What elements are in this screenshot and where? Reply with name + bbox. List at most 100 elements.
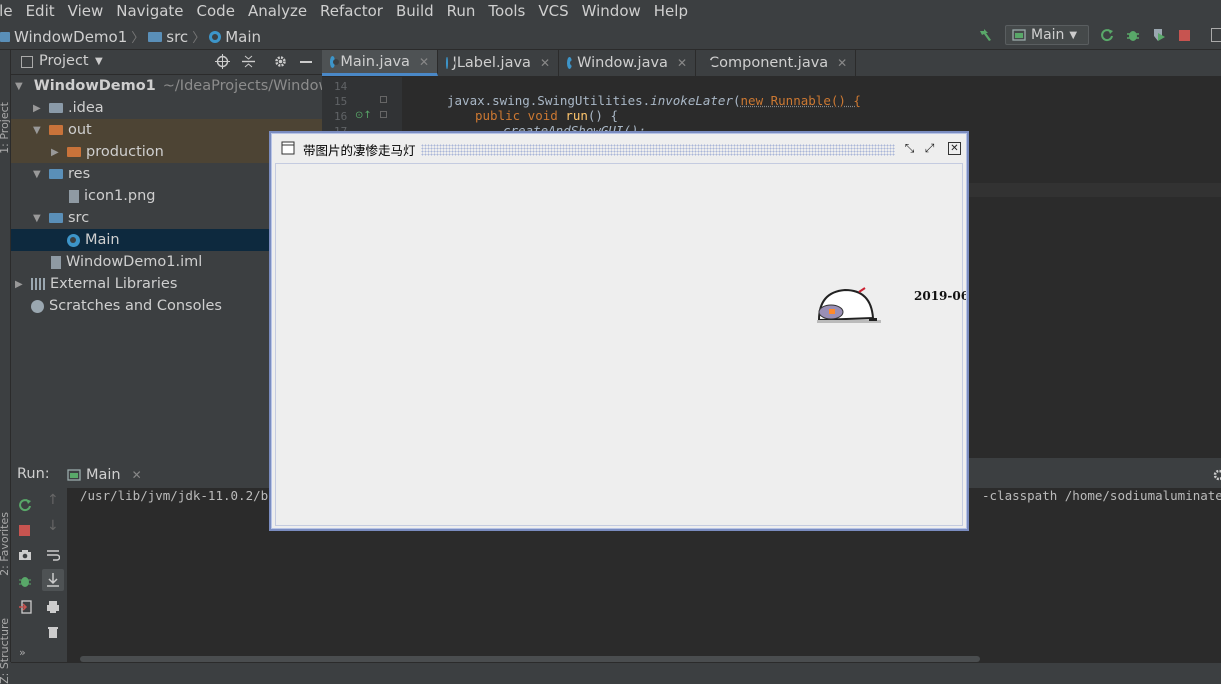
up-arrow-icon[interactable]: ↑	[47, 492, 59, 508]
console-output-right[interactable]: -classpath /home/sodiumaluminate/Id	[982, 488, 1221, 503]
tree-item-label: .idea	[68, 100, 104, 116]
run-toolbar-primary: »	[11, 488, 39, 662]
breadcrumb-folder[interactable]: src	[166, 28, 188, 46]
excluded-folder-icon	[67, 147, 81, 157]
close-icon[interactable]: ✕	[677, 56, 687, 70]
tree-item-project-root[interactable]: ▼ WindowDemo1 ~/IdeaProjects/WindowD	[11, 75, 322, 97]
menu-analyze[interactable]: Analyze	[242, 2, 314, 20]
run-configuration-select[interactable]: Main ▼	[1005, 25, 1089, 45]
breadcrumb-file[interactable]: Main	[225, 28, 261, 46]
menu-view[interactable]: View	[62, 2, 111, 20]
gear-icon[interactable]	[1212, 468, 1221, 482]
run-toolbar-secondary: ↑ ↓	[39, 488, 68, 662]
run-configuration-label: Main	[1031, 27, 1065, 43]
title-bar-texture	[421, 144, 895, 156]
console-horizontal-scrollbar[interactable]	[80, 656, 980, 662]
menu-window[interactable]: Window	[576, 2, 648, 20]
swing-title-bar[interactable]: 带图片的凄惨走马灯 ⤡ ⤢ ✕	[273, 135, 965, 161]
code-token: () {	[587, 108, 618, 123]
tree-item-label: Main	[85, 232, 120, 248]
tab-label: JLabel.java	[452, 55, 531, 71]
run-with-coverage-icon[interactable]	[1152, 28, 1166, 42]
tab-window-java[interactable]: Window.java ✕	[559, 50, 696, 76]
down-arrow-icon[interactable]: ↓	[47, 518, 59, 534]
tree-item-label: res	[68, 166, 91, 182]
menu-vcs[interactable]: VCS	[532, 2, 575, 20]
code-line-15: javax.swing.SwingUtilities.invokeLater(n…	[447, 93, 861, 108]
code-token: run	[565, 108, 588, 123]
debug-bug-icon[interactable]	[1126, 28, 1140, 42]
debug-bug-icon[interactable]	[18, 574, 32, 588]
maximize-icon[interactable]: ⤢	[923, 142, 936, 155]
menu-edit[interactable]: Edit	[20, 2, 62, 20]
menu-build[interactable]: Build	[390, 2, 441, 20]
folder-icon	[49, 103, 63, 113]
trash-icon[interactable]	[46, 625, 60, 639]
tab-jlabel-java[interactable]: JLabel.java ✕	[438, 50, 559, 76]
class-icon	[567, 57, 577, 69]
collapse-all-icon[interactable]	[241, 54, 256, 69]
project-tool-window-button[interactable]: 1: Project	[0, 102, 11, 154]
module-file-icon	[51, 255, 61, 269]
class-icon	[209, 30, 222, 43]
console-output-left[interactable]: /usr/lib/jvm/jdk-11.0.2/bin	[80, 488, 283, 503]
chevron-down-icon: ▼	[1069, 29, 1078, 41]
locate-file-icon[interactable]	[215, 54, 230, 69]
menu-file[interactable]: ile	[0, 2, 20, 20]
marquee-date-text: 2019-06-1	[914, 289, 966, 303]
tree-item-label: production	[86, 144, 164, 160]
tree-item-label: Scratches and Consoles	[49, 298, 222, 314]
menu-navigate[interactable]: Navigate	[110, 2, 190, 20]
chevron-right-icon: 〉	[192, 31, 206, 46]
structure-tool-window-button[interactable]: Z: Structure	[0, 618, 11, 684]
folder-icon	[148, 31, 163, 42]
menu-refactor[interactable]: Refactor	[314, 2, 390, 20]
soft-wrap-icon[interactable]	[46, 548, 60, 562]
run-tab-main[interactable]: Main ✕	[61, 462, 148, 488]
minimize-icon[interactable]: ⤡	[903, 142, 916, 155]
tree-item-label: WindowDemo1.iml	[66, 254, 203, 270]
more-icon[interactable]: »	[19, 646, 26, 659]
tree-item-label: out	[68, 122, 92, 138]
override-marker-icon[interactable]: ⊙↑	[355, 110, 372, 121]
stop-icon[interactable]	[19, 525, 30, 536]
rerun-icon[interactable]	[1100, 28, 1114, 42]
collapsed-arrow-icon: ▶	[51, 146, 59, 158]
chevron-down-icon[interactable]: ▼	[95, 56, 103, 67]
close-icon[interactable]: ✕	[132, 468, 142, 482]
menu-run[interactable]: Run	[441, 2, 483, 20]
tab-label: Component.java	[709, 55, 829, 71]
panel-edge-icon	[1211, 28, 1221, 42]
project-view-title[interactable]: Project	[39, 53, 89, 69]
fold-marker-icon[interactable]	[380, 111, 387, 118]
print-icon[interactable]	[46, 600, 60, 614]
expand-arrow-icon: ▼	[15, 80, 23, 92]
gear-icon[interactable]	[273, 54, 288, 69]
tree-item-idea[interactable]: ▶ .idea	[11, 97, 322, 119]
project-folder-icon	[0, 31, 10, 42]
stop-icon[interactable]	[1179, 30, 1190, 41]
menu-help[interactable]: Help	[648, 2, 695, 20]
tab-component-java[interactable]: Component.java ✕	[696, 50, 856, 76]
close-icon[interactable]: ✕	[948, 142, 961, 155]
window-icon	[281, 141, 295, 155]
scroll-to-end-toggle[interactable]	[42, 569, 64, 591]
tab-label: Main.java	[340, 53, 410, 70]
tree-item-label: WindowDemo1	[33, 78, 156, 94]
exit-icon[interactable]	[18, 600, 32, 614]
menu-tools[interactable]: Tools	[482, 2, 532, 20]
favorites-tool-window-button[interactable]: 2: Favorites	[0, 512, 11, 576]
build-hammer-icon[interactable]	[978, 28, 992, 42]
menu-code[interactable]: Code	[191, 2, 242, 20]
swing-content-pane: 2019-06-1	[275, 163, 966, 526]
hide-panel-icon[interactable]	[300, 61, 312, 63]
breadcrumb-project[interactable]: WindowDemo1	[14, 28, 127, 46]
fold-marker-icon[interactable]	[380, 96, 387, 103]
rerun-icon[interactable]	[18, 498, 32, 512]
tab-main-java[interactable]: Main.java ✕	[322, 50, 438, 76]
code-token: (	[733, 93, 741, 108]
close-icon[interactable]: ✕	[540, 56, 550, 70]
camera-icon[interactable]	[18, 548, 32, 562]
close-icon[interactable]: ✕	[837, 56, 847, 70]
close-icon[interactable]: ✕	[419, 55, 429, 69]
